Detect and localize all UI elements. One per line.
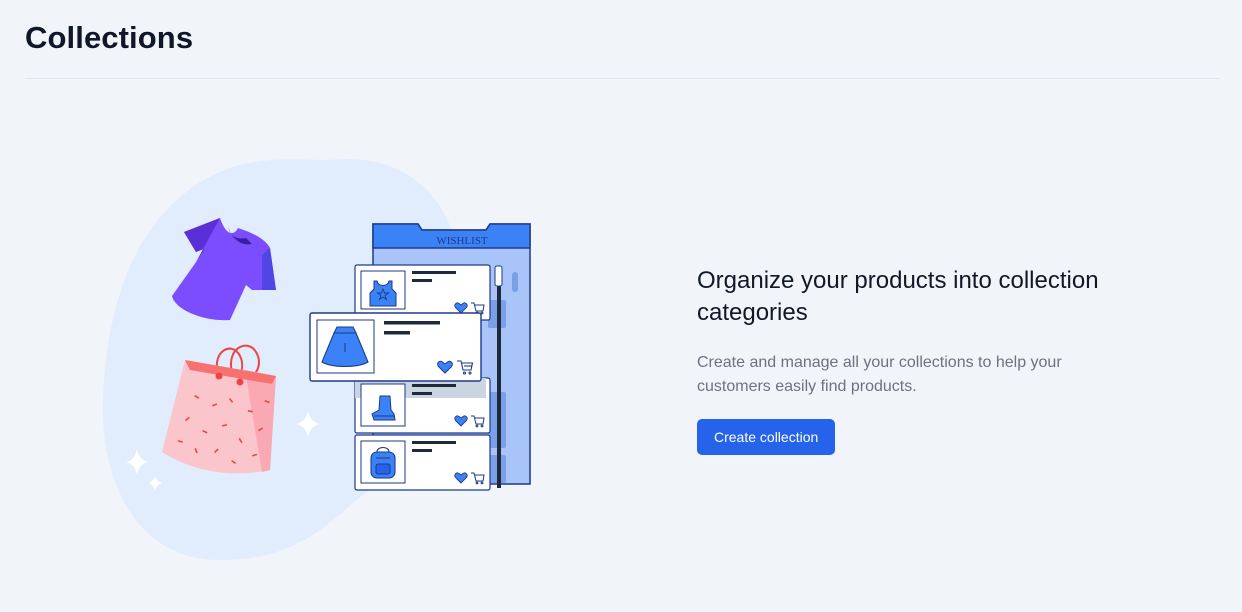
backpack-icon xyxy=(370,446,396,479)
header-divider xyxy=(25,78,1220,79)
product-card xyxy=(354,377,491,434)
empty-state-heading: Organize your products into collection c… xyxy=(697,267,1099,326)
page-title: Collections xyxy=(25,20,194,55)
empty-state-description: Create and manage all your collections t… xyxy=(697,354,1062,395)
wishlist-label: WISHLIST xyxy=(436,235,488,247)
product-card xyxy=(354,434,491,491)
empty-state: Organize your products into collection c… xyxy=(697,265,1167,455)
product-card-highlighted xyxy=(309,312,482,382)
create-collection-button[interactable]: Create collection xyxy=(697,419,836,455)
product-card xyxy=(354,264,491,321)
collections-illustration: WISHLIST xyxy=(102,159,531,560)
